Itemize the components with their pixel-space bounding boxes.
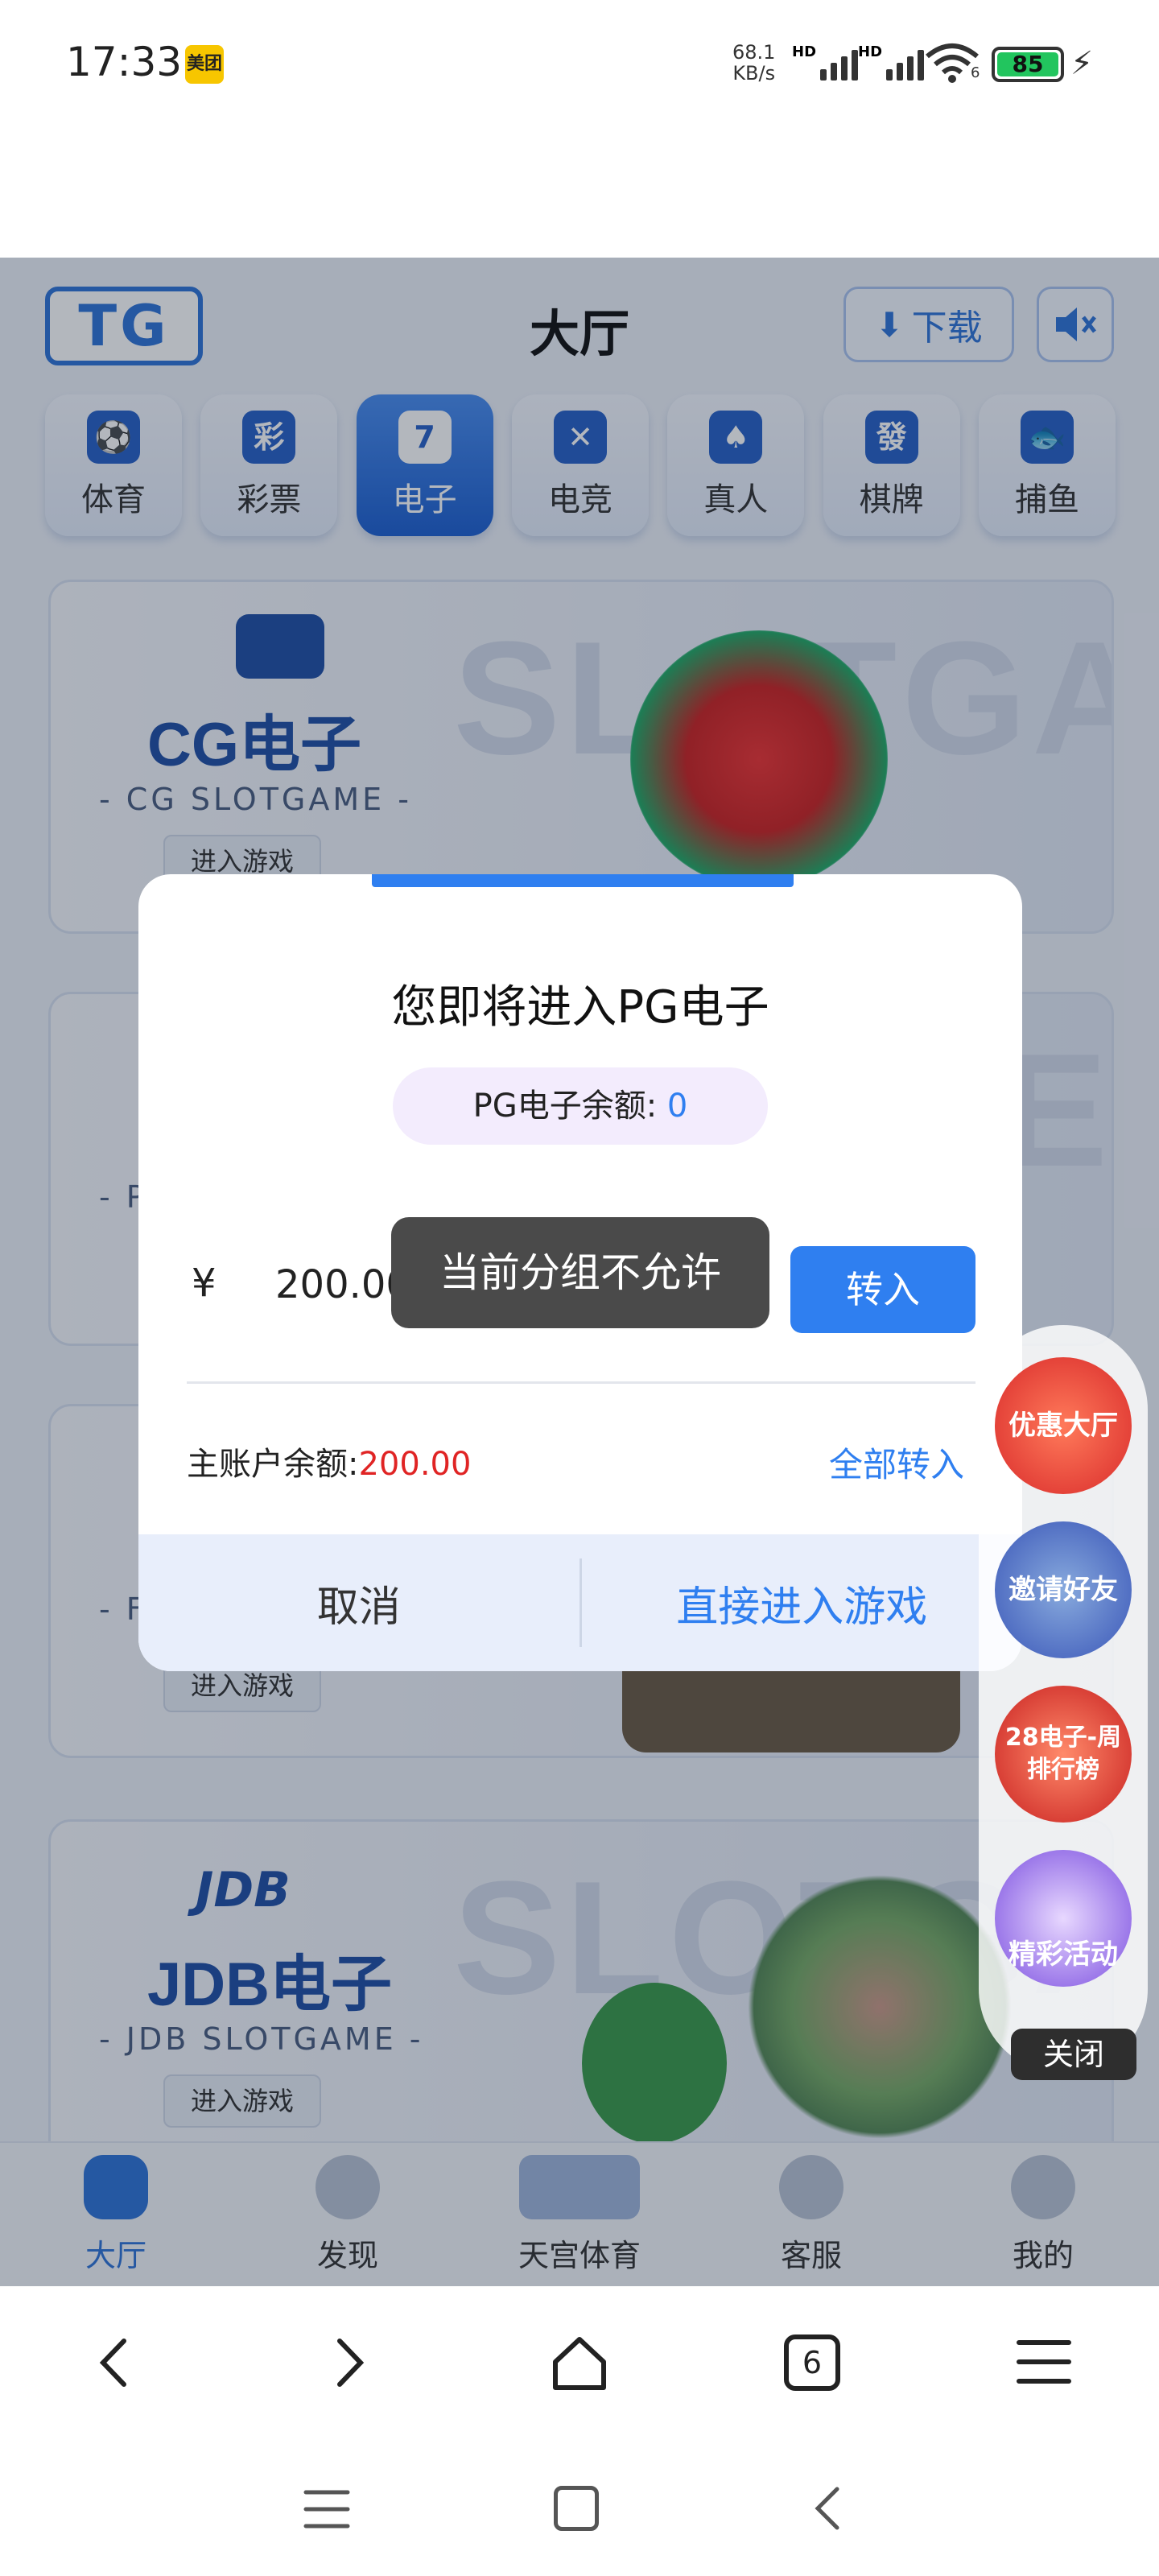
hd-label: HD bbox=[792, 43, 817, 60]
status-bar: 17:33 美团 68.1 KB/s HD HD 6 85 ⚡ bbox=[0, 0, 1159, 129]
main-balance-value: 200.00 bbox=[358, 1446, 472, 1483]
toast-message: 当前分组不允许 bbox=[391, 1217, 769, 1328]
pg-balance-label: PG电子余额: bbox=[472, 1088, 658, 1125]
status-time: 17:33 bbox=[66, 39, 183, 85]
enter-game-direct-button[interactable]: 直接进入游戏 bbox=[582, 1534, 1023, 1671]
close-floating-button[interactable]: 关闭 bbox=[1011, 2029, 1136, 2080]
tab-count: 6 bbox=[802, 2345, 823, 2380]
browser-address-bar[interactable]: 天宫 bbox=[0, 129, 1159, 349]
charging-icon: ⚡ bbox=[1070, 45, 1094, 82]
dialog-accent-bar bbox=[372, 874, 794, 887]
divider bbox=[187, 1381, 975, 1384]
net-speed-value: 68.1 bbox=[732, 41, 776, 64]
back-icon[interactable] bbox=[805, 2484, 853, 2533]
promo-hall-button[interactable]: 优惠大厅 bbox=[995, 1357, 1132, 1494]
main-balance-label: 主账户余额: bbox=[187, 1446, 359, 1483]
battery-icon: 85 bbox=[992, 47, 1064, 82]
transfer-all-link[interactable]: 全部转入 bbox=[829, 1438, 964, 1487]
pg-balance-value: 0 bbox=[666, 1088, 688, 1125]
currency-symbol: ¥ bbox=[192, 1261, 217, 1306]
wifi-level: 6 bbox=[971, 64, 980, 81]
home-square-icon[interactable] bbox=[554, 2486, 599, 2531]
events-button[interactable]: 精彩活动 bbox=[995, 1850, 1132, 1987]
signal-icon-2: HD bbox=[858, 43, 925, 80]
browser-toolbar: 6 bbox=[0, 2286, 1159, 2439]
cancel-button[interactable]: 取消 bbox=[138, 1558, 582, 1647]
net-speed: 68.1 KB/s bbox=[732, 42, 775, 84]
battery-level: 85 bbox=[997, 52, 1058, 76]
hd-label-2: HD bbox=[858, 43, 883, 60]
main-balance: 主账户余额:200.00 bbox=[187, 1438, 471, 1484]
menu-icon[interactable] bbox=[1016, 2338, 1072, 2386]
signal-icon: HD bbox=[792, 43, 859, 80]
dialog-title: 您即将进入PG电子 bbox=[391, 981, 769, 1034]
recents-icon[interactable] bbox=[303, 2487, 351, 2531]
system-nav-bar bbox=[0, 2439, 1159, 2576]
net-speed-unit: KB/s bbox=[732, 62, 776, 85]
amount-input[interactable]: 200.00 bbox=[275, 1262, 410, 1307]
dialog-footer: 取消 直接进入游戏 bbox=[138, 1534, 1022, 1671]
invite-friends-button[interactable]: 邀请好友 bbox=[995, 1521, 1132, 1658]
back-arrow-icon[interactable] bbox=[89, 2334, 145, 2391]
transfer-in-button[interactable]: 转入 bbox=[790, 1246, 975, 1333]
wifi-icon: 6 bbox=[924, 40, 980, 84]
weekly-ranking-button[interactable]: 28电子-周排行榜 bbox=[995, 1686, 1132, 1823]
home-icon[interactable] bbox=[549, 2333, 610, 2394]
meituan-badge-icon: 美团 bbox=[185, 45, 224, 84]
pg-balance-pill: PG电子余额: 0 bbox=[393, 1067, 768, 1145]
tabs-button[interactable]: 6 bbox=[784, 2334, 840, 2391]
forward-arrow-icon[interactable] bbox=[319, 2334, 375, 2391]
